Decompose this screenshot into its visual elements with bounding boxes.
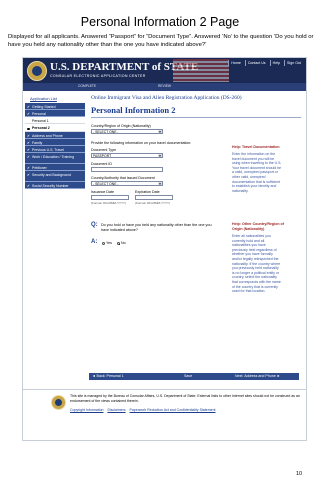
sidebar-item-personal-1[interactable]: Personal 1: [25, 117, 85, 124]
document-title: Personal Information 2 Page: [80, 15, 240, 29]
main-content: Online Immigrant Visa and Alien Registra…: [91, 95, 303, 293]
form-header: Online Immigrant Visa and Alien Registra…: [91, 95, 242, 101]
document-type-select[interactable]: PASSPORT ▼: [91, 153, 163, 158]
sidebar-item-personal[interactable]: ✔ Personal: [25, 110, 85, 117]
sidebar-item-getting-started[interactable]: ✔ Getting Started: [25, 103, 85, 110]
flag-graphic: [173, 59, 229, 82]
help-title-travel-doc: Help: Travel Documentation: [232, 145, 280, 149]
chevron-down-icon: ▼: [158, 130, 162, 134]
sidebar-item-personal-2[interactable]: Personal 2: [25, 124, 85, 132]
document-id-field[interactable]: [91, 167, 163, 172]
issuance-date-format: (Format: DD-MMM-YYYY): [91, 201, 126, 205]
check-icon: ✔: [27, 141, 30, 145]
document-caption: Displayed for all applicants. Answered “…: [8, 34, 314, 48]
check-icon: ✔: [27, 134, 30, 138]
home-link[interactable]: Home: [228, 60, 243, 66]
provide-info-text: Provide the following information on you…: [91, 141, 192, 145]
sidebar-item-ssn[interactable]: ✔ Social Security Number: [25, 182, 85, 189]
sidebar-item-label: Security and Background: [32, 173, 72, 177]
document-type-value: PASSPORT: [93, 154, 112, 158]
check-icon: ✔: [27, 148, 30, 152]
paperwork-link[interactable]: Paperwork Reduction Act and Confidential…: [130, 408, 216, 412]
check-icon: ✔: [27, 112, 30, 116]
top-links: Home Contact Us Help Sign Out: [228, 60, 303, 66]
no-radio[interactable]: [117, 242, 120, 245]
help-text-nationality: Enter all nationalities you currently ho…: [232, 234, 281, 294]
sidebar-item-label: Work / Education / Training: [32, 155, 74, 159]
issuance-date-field[interactable]: [91, 195, 129, 200]
save-button[interactable]: Save: [184, 374, 192, 378]
issuing-authority-select[interactable]: - SELECT ONE - ▼: [91, 181, 163, 186]
footer-text: This site is managed by the Bureau of Co…: [70, 394, 300, 403]
sidebar-item-label: Getting Started: [32, 105, 56, 109]
divider: [91, 117, 301, 118]
chevron-down-icon: ▼: [158, 154, 162, 158]
progress-complete: COMPLETE: [78, 84, 97, 88]
document-id-label: Document ID: [91, 162, 112, 166]
contact-us-link[interactable]: Contact Us: [244, 60, 268, 66]
screenshot-frame: U.S. DEPARTMENT of STATE CONSULAR ELECTR…: [22, 57, 307, 441]
help-link[interactable]: Help: [269, 60, 282, 66]
yes-label: Yes: [106, 241, 112, 245]
banner-subtitle: CONSULAR ELECTRONIC APPLICATION CENTER: [50, 74, 146, 78]
disclaimers-link[interactable]: Disclaimers: [107, 408, 125, 412]
sidebar-item-label: Personal: [32, 112, 46, 116]
issuing-authority-label: Country/Authority that Issued Document: [91, 176, 155, 180]
help-text-travel-doc: Enter the information on the travel docu…: [232, 152, 282, 193]
country-select[interactable]: - SELECT ONE - ▼: [91, 129, 163, 134]
footer-seal-icon: [51, 395, 66, 410]
check-icon: ✔: [27, 166, 30, 170]
sidebar-item-previous-travel[interactable]: ✔ Previous U.S. Travel: [25, 146, 85, 153]
state-seal-icon: [27, 61, 47, 81]
question-marker: Q:: [91, 222, 98, 228]
sidebar-item-label: Family: [32, 141, 43, 145]
answer-marker: A:: [91, 239, 98, 245]
check-icon: ✔: [27, 173, 30, 177]
check-icon: ✔: [27, 184, 30, 188]
help-title-nationality: Help: Other Country/Region of Origin (Na…: [232, 222, 284, 231]
progress-bar: COMPLETE REVIEW: [23, 83, 306, 91]
sidebar-nav: ✔ Getting Started ✔ Personal Personal 1 …: [25, 103, 85, 189]
next-button[interactable]: Next: Address and Phone ►: [235, 374, 280, 378]
sidebar-item-petitioner[interactable]: ✔ Petitioner: [25, 164, 85, 171]
sidebar-item-work-education[interactable]: ✔ Work / Education / Training: [25, 153, 85, 164]
sidebar-item-label: Personal 2: [32, 126, 50, 130]
document-type-label: Document Type: [91, 148, 117, 152]
yes-radio[interactable]: [102, 242, 105, 245]
sidebar-item-label: Petitioner: [32, 166, 47, 170]
sign-out-link[interactable]: Sign Out: [284, 60, 303, 66]
sidebar-item-label: Social Security Number: [32, 184, 69, 188]
navigation-button-bar: ◄ Back: Personal 1 Save Next: Address an…: [89, 373, 299, 380]
no-label: No: [121, 241, 126, 245]
issuance-date-label: Issuance Date: [91, 190, 114, 194]
check-icon: ✔: [27, 155, 30, 159]
page-number: 10: [296, 471, 303, 477]
expiration-date-label: Expiration Date: [135, 190, 160, 194]
footer-divider: [23, 389, 306, 390]
back-button[interactable]: ◄ Back: Personal 1: [92, 374, 124, 378]
expiration-date-format: (Format: DD-MMM-YYYY): [135, 201, 170, 205]
sidebar-item-security[interactable]: ✔ Security and Background: [25, 171, 85, 182]
country-label: Country/Region of Origin (Nationality): [91, 124, 151, 128]
progress-review: REVIEW: [158, 84, 172, 88]
sidebar-item-family[interactable]: ✔ Family: [25, 139, 85, 146]
copyright-link[interactable]: Copyright Information: [70, 408, 103, 412]
question-text: Do you hold or have you held any nationa…: [101, 223, 212, 232]
footer-links: Copyright Information Disclaimers Paperw…: [70, 408, 219, 412]
current-page-bullet-icon: [27, 127, 30, 130]
application-list-link[interactable]: Application List: [30, 96, 57, 101]
sidebar-item-address-phone[interactable]: ✔ Address and Phone: [25, 132, 85, 139]
sidebar-item-label: Address and Phone: [32, 134, 63, 138]
chevron-down-icon: ▼: [158, 182, 162, 186]
expiration-date-field[interactable]: [135, 195, 173, 200]
site-banner: U.S. DEPARTMENT of STATE CONSULAR ELECTR…: [23, 58, 306, 91]
issuing-authority-value: - SELECT ONE -: [93, 182, 119, 186]
page-title: Personal Information 2: [91, 105, 176, 115]
check-icon: ✔: [27, 105, 30, 109]
country-select-value: - SELECT ONE -: [93, 130, 119, 134]
sidebar-item-label: Personal 1: [32, 119, 49, 123]
sidebar-item-label: Previous U.S. Travel: [32, 148, 64, 152]
